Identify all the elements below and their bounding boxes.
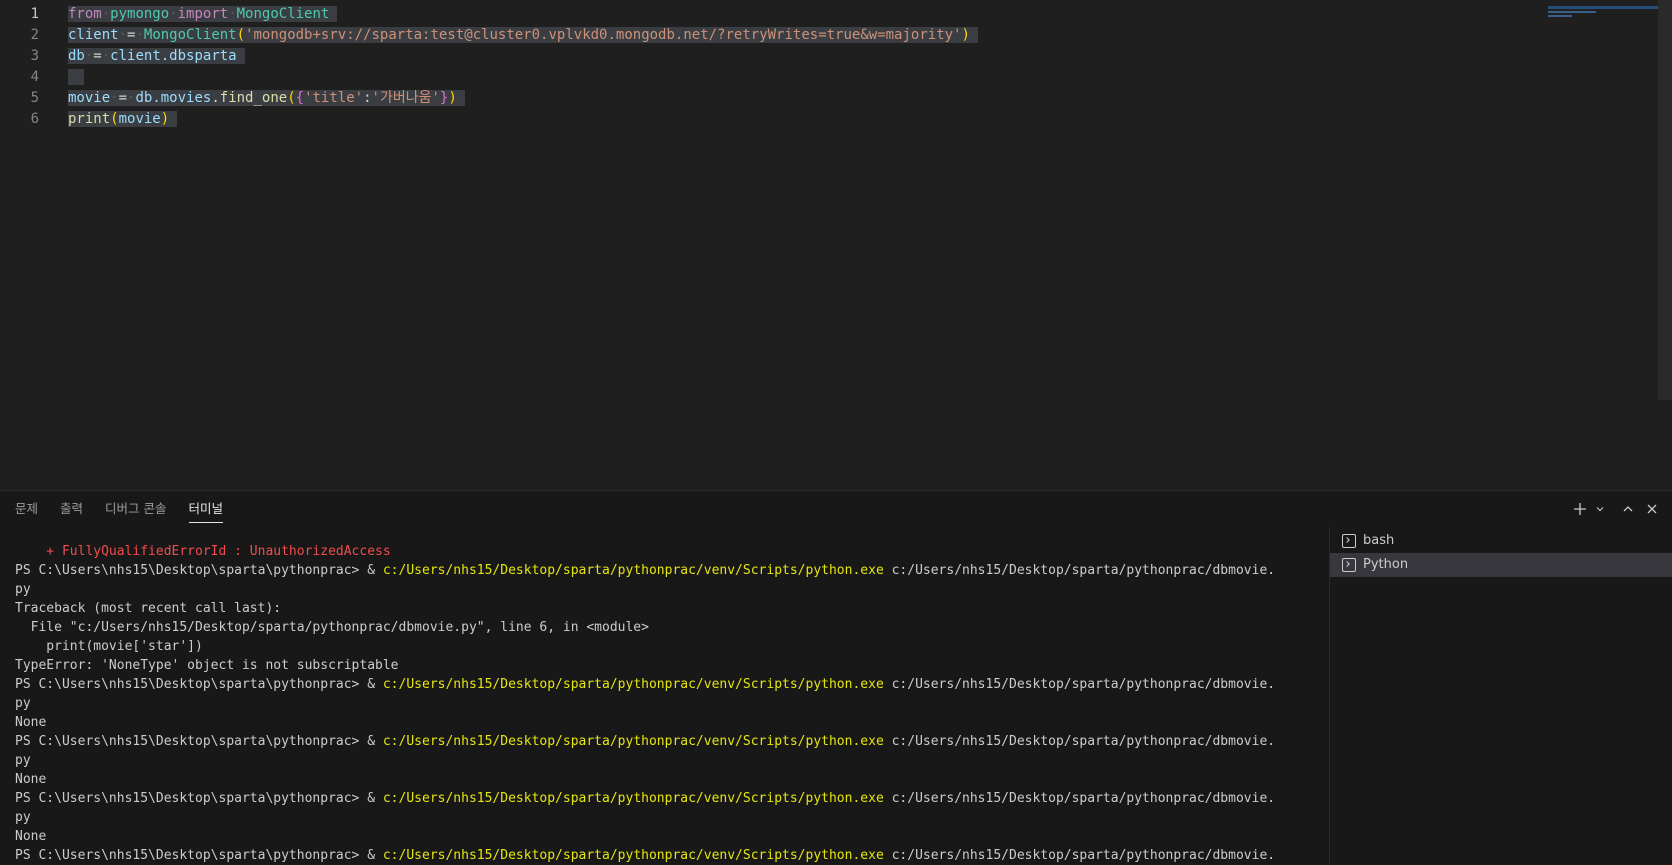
close-panel-icon[interactable]: [1642, 499, 1662, 519]
token: print: [68, 111, 111, 127]
token: 'mongodb+srv://sparta:test@cluster0.vplv…: [245, 27, 962, 43]
code-line-5[interactable]: movie·=·db.movies.find_one({'title':'가버나…: [68, 88, 978, 109]
token: 'title': [304, 90, 364, 106]
editor-scrollbar[interactable]: [1658, 0, 1672, 400]
terminal-result: None: [15, 715, 47, 730]
tab-debug-console[interactable]: 디버그 콘솔: [105, 491, 166, 527]
code-line-6[interactable]: print(movie): [68, 109, 978, 130]
token: .movies: [152, 90, 212, 106]
terminal-icon: [1342, 558, 1356, 572]
code-line-2[interactable]: client·=·MongoClient('mongodb+srv://spar…: [68, 25, 978, 46]
panel-actions: [1570, 499, 1662, 519]
token: {: [295, 90, 305, 106]
token: client: [68, 27, 119, 43]
terminal-command-line: PS C:\Users\nhs15\Desktop\sparta\pythonp…: [15, 677, 1276, 692]
maximize-panel-icon[interactable]: [1618, 499, 1638, 519]
code-line-1[interactable]: from·pymongo·import·MongoClient: [68, 4, 978, 25]
tab-problems[interactable]: 문제: [15, 491, 38, 527]
terminal-list: bash Python: [1329, 527, 1672, 865]
code-editor[interactable]: 1 2 3 4 5 6 from·pymongo·import·MongoCli…: [0, 0, 1672, 490]
minimap[interactable]: [1548, 4, 1658, 18]
terminal-command-line: PS C:\Users\nhs15\Desktop\sparta\pythonp…: [15, 848, 1276, 862]
terminal-wrap: py: [15, 753, 31, 768]
token: :: [363, 90, 372, 106]
token: ): [160, 111, 170, 127]
terminal-wrap: py: [15, 810, 31, 825]
terminal-result: None: [15, 829, 47, 844]
token: '가버나움': [371, 90, 440, 106]
token: MongoClient: [143, 27, 237, 43]
bottom-panel: 문제 출력 디버그 콘솔 터미널 + FullyQualifiedErrorId…: [0, 490, 1672, 865]
traceback-line: Traceback (most recent call last):: [15, 601, 282, 616]
traceback-line: TypeError: 'NoneType' object is not subs…: [15, 658, 399, 673]
new-terminal-icon[interactable]: [1570, 499, 1590, 519]
token: client: [110, 48, 161, 64]
terminal-wrap: py: [15, 582, 31, 597]
token: (: [287, 90, 296, 106]
token: =: [118, 90, 128, 106]
chevron-down-icon[interactable]: [1594, 499, 1606, 519]
terminal-item-bash[interactable]: bash: [1330, 529, 1672, 553]
terminal-command-line: PS C:\Users\nhs15\Desktop\sparta\pythonp…: [15, 791, 1276, 806]
line-number: 6: [30, 111, 39, 127]
line-number: 3: [30, 48, 39, 64]
terminal-item-label: bash: [1363, 533, 1395, 548]
token: .dbsparta: [160, 48, 237, 64]
token: (: [236, 27, 246, 43]
token: db: [135, 90, 153, 106]
terminal-command-line: PS C:\Users\nhs15\Desktop\sparta\pythonp…: [15, 563, 1276, 578]
traceback-line: File "c:/Users/nhs15/Desktop/sparta/pyth…: [15, 620, 649, 635]
terminal-icon: [1342, 534, 1356, 548]
code-line-4[interactable]: [68, 67, 978, 88]
line-number: 4: [30, 69, 39, 85]
token: ): [448, 90, 457, 106]
terminal-item-python[interactable]: Python: [1330, 553, 1672, 577]
terminal-wrap: py: [15, 696, 31, 711]
terminal-output[interactable]: + FullyQualifiedErrorId : UnauthorizedAc…: [15, 542, 1325, 862]
token: import: [177, 6, 229, 22]
token: .find_one: [211, 90, 288, 106]
token: pymongo: [110, 6, 170, 22]
token: =: [93, 48, 102, 64]
code-line-3[interactable]: db·=·client.dbsparta: [68, 46, 978, 67]
terminal-error-line: + FullyQualifiedErrorId : UnauthorizedAc…: [15, 544, 391, 559]
token: movie: [118, 111, 161, 127]
token: (: [110, 111, 119, 127]
token: ): [961, 27, 970, 43]
token: MongoClient: [236, 6, 330, 22]
line-number: 1: [30, 6, 39, 22]
panel-tabs: 문제 출력 디버그 콘솔 터미널: [0, 491, 230, 527]
code-lines[interactable]: from·pymongo·import·MongoClient client·=…: [68, 4, 978, 130]
tab-output[interactable]: 출력: [60, 491, 83, 527]
tab-terminal[interactable]: 터미널: [188, 491, 223, 527]
terminal-item-label: Python: [1363, 557, 1409, 572]
line-number: 2: [30, 27, 39, 43]
terminal-command-line: PS C:\Users\nhs15\Desktop\sparta\pythonp…: [15, 734, 1276, 749]
token: movie: [68, 90, 111, 106]
line-number: 5: [30, 90, 39, 106]
traceback-line: print(movie['star']): [15, 639, 203, 654]
token: from: [68, 6, 102, 22]
terminal-result: None: [15, 772, 47, 787]
line-number-gutter: 1 2 3 4 5 6: [0, 4, 60, 130]
token: db: [68, 48, 85, 64]
